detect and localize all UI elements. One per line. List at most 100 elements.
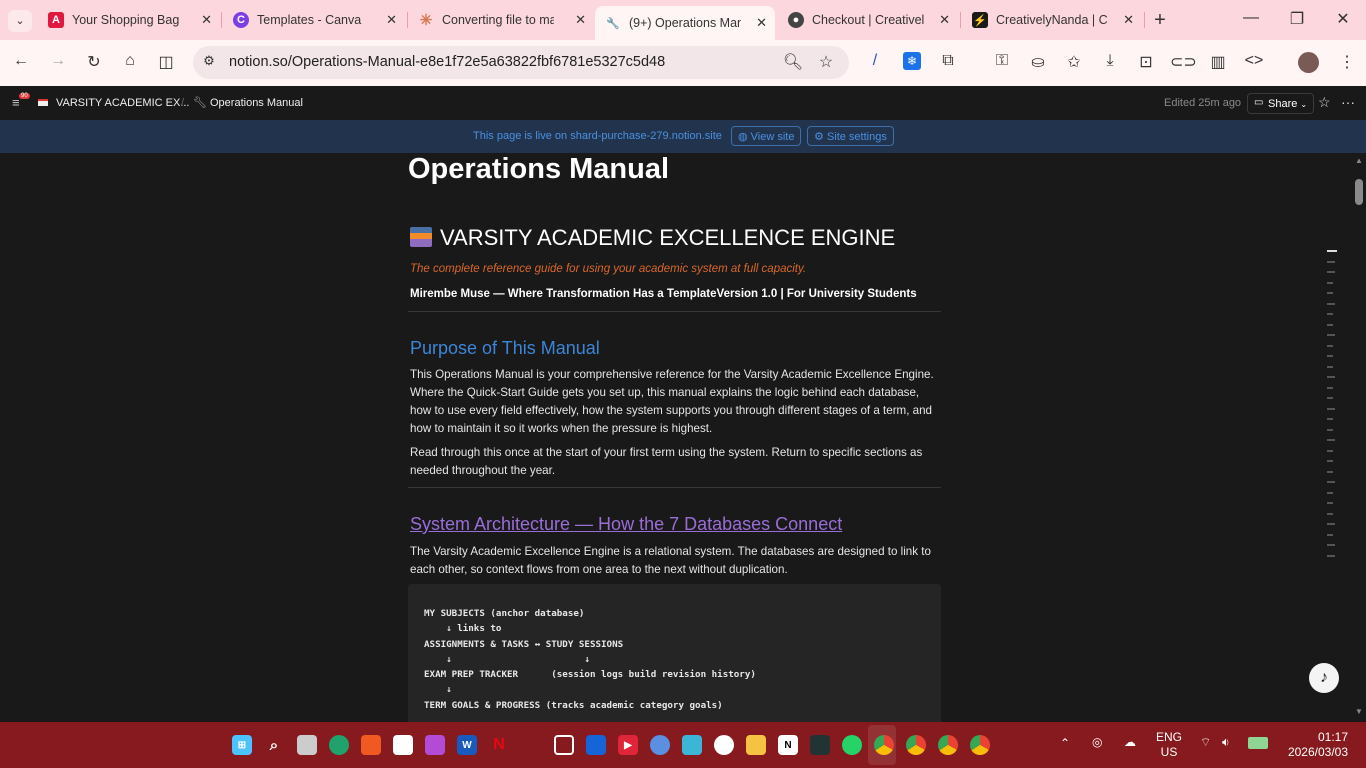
- app-icon[interactable]: [810, 735, 830, 755]
- brave-icon[interactable]: [361, 735, 381, 755]
- wifi-icon[interactable]: ⌔: [1200, 735, 1211, 750]
- word-icon[interactable]: W: [457, 735, 477, 755]
- restore-button[interactable]: ❐: [1285, 9, 1309, 29]
- tab-bar: ⌄ AYour Shopping Bag✕ CTemplates - Canva…: [0, 0, 1366, 40]
- reload-icon[interactable]: ↻: [82, 52, 106, 72]
- table-of-contents-minimap[interactable]: [1327, 250, 1337, 565]
- tab-title: Templates - Canva: [257, 13, 387, 27]
- task-view-icon[interactable]: [297, 735, 317, 755]
- notion-ai-button[interactable]: ♪: [1309, 663, 1339, 693]
- onedrive-icon[interactable]: ☁: [1124, 735, 1136, 749]
- tab-favicon-icon: ✳: [418, 12, 434, 28]
- slack-icon[interactable]: [714, 735, 734, 755]
- screenshot-icon[interactable]: ⊡: [1134, 52, 1158, 72]
- books-icon: [410, 227, 432, 247]
- more-options-icon[interactable]: ···: [1341, 94, 1355, 110]
- breadcrumb-current[interactable]: Operations Manual: [210, 97, 303, 109]
- youtube-icon[interactable]: ▶: [618, 735, 638, 755]
- close-icon[interactable]: ✕: [386, 12, 397, 28]
- app-icon[interactable]: [586, 735, 606, 755]
- chrome-icon[interactable]: [906, 735, 926, 755]
- devtools-icon[interactable]: <>: [1242, 52, 1266, 70]
- favorite-star-icon[interactable]: ☆: [1318, 94, 1331, 111]
- battery-icon[interactable]: [1248, 737, 1268, 749]
- reading-mode-icon[interactable]: ▥: [1206, 52, 1230, 72]
- menu-icon[interactable]: ⋮: [1335, 52, 1359, 72]
- back-icon[interactable]: ←: [9, 52, 33, 70]
- app-icon[interactable]: [554, 735, 574, 755]
- download-icon[interactable]: ⤓: [1098, 52, 1122, 70]
- notion-header: ≡ 90 VARSITY ACADEMIC EX... / 🔧︎ Operati…: [0, 86, 1366, 120]
- netflix-icon[interactable]: N: [489, 735, 509, 755]
- incognito-icon[interactable]: ⛀: [1026, 52, 1050, 72]
- tab-creativelynanda[interactable]: ⚡CreativelyNanda | Creator✕: [962, 6, 1142, 34]
- link-icon[interactable]: ⊂⊃: [1170, 52, 1194, 72]
- pen-extension-icon[interactable]: /: [863, 52, 887, 70]
- store-icon[interactable]: [393, 735, 413, 755]
- breadcrumb-separator: /: [181, 97, 184, 109]
- tab-favicon-icon: A: [48, 12, 64, 28]
- main-heading: VARSITY ACADEMIC EXCELLENCE ENGINE: [410, 225, 895, 251]
- heading-text: VARSITY ACADEMIC EXCELLENCE ENGINE: [440, 225, 895, 250]
- show-hidden-icons[interactable]: ⌃: [1060, 736, 1070, 750]
- start-icon[interactable]: ⊞: [232, 735, 252, 755]
- profile-avatar[interactable]: [1298, 52, 1319, 73]
- tab-canva[interactable]: CTemplates - Canva✕: [223, 6, 405, 34]
- extensions-puzzle-icon[interactable]: ⧉: [936, 52, 960, 70]
- bookmark-star-icon[interactable]: ☆: [814, 52, 838, 72]
- chrome-icon[interactable]: [874, 735, 894, 755]
- scrollbar[interactable]: ▲ ▼: [1352, 153, 1366, 722]
- close-icon[interactable]: ✕: [939, 12, 950, 28]
- forward-icon[interactable]: →: [46, 52, 70, 70]
- key-icon[interactable]: ⚿: [990, 52, 1014, 70]
- view-site-button[interactable]: ◍ View site: [731, 126, 801, 146]
- zoom-icon[interactable]: 🔍︎: [781, 52, 805, 72]
- share-button[interactable]: ▭Share ⌄: [1247, 93, 1314, 114]
- search-icon[interactable]: ⌕: [264, 735, 284, 755]
- site-settings-button[interactable]: ⚙ Site settings: [807, 126, 894, 146]
- app-icon[interactable]: [682, 735, 702, 755]
- split-view-icon[interactable]: ◫: [154, 52, 178, 72]
- sync-icon[interactable]: ◎: [1092, 735, 1102, 749]
- breadcrumb-parent[interactable]: VARSITY ACADEMIC EX...: [56, 97, 189, 109]
- close-window-button[interactable]: ✕: [1331, 9, 1355, 29]
- home-icon[interactable]: ⌂: [118, 52, 142, 70]
- paragraph: The Varsity Academic Excellence Engine i…: [410, 543, 941, 579]
- language-indicator[interactable]: ENGUS: [1156, 730, 1182, 760]
- favorites-icon[interactable]: ✩: [1062, 52, 1086, 72]
- code-block[interactable]: MY SUBJECTS (anchor database) ↓ links to…: [408, 584, 941, 734]
- app-icon[interactable]: [650, 735, 670, 755]
- edge-icon[interactable]: [329, 735, 349, 755]
- tab-checkout[interactable]: ●Checkout | CreativelyNanda✕: [778, 6, 958, 34]
- tab-search-button[interactable]: ⌄: [8, 10, 32, 32]
- minimize-button[interactable]: —: [1239, 9, 1263, 27]
- scrollbar-thumb[interactable]: [1355, 179, 1363, 205]
- page-title[interactable]: Operations Manual: [408, 153, 669, 186]
- edited-timestamp: Edited 25m ago: [1164, 97, 1241, 109]
- clock[interactable]: 01:172026/03/03: [1282, 730, 1348, 760]
- address-bar[interactable]: ⚙ notion.so/Operations-Manual-e8e1f72e5a…: [193, 46, 849, 79]
- tab-converting[interactable]: ✳Converting file to markdown✕: [408, 6, 594, 34]
- volume-icon[interactable]: 🔉︎: [1222, 735, 1230, 750]
- copilot-icon[interactable]: [425, 735, 445, 755]
- tab-shopping-bag[interactable]: A Your Shopping Bag✕: [38, 6, 220, 34]
- chrome-icon[interactable]: [970, 735, 990, 755]
- site-settings-icon[interactable]: ⚙: [197, 53, 221, 69]
- extension-icon[interactable]: ❄: [903, 52, 921, 70]
- close-icon[interactable]: ✕: [1123, 12, 1134, 28]
- file-explorer-icon[interactable]: [746, 735, 766, 755]
- tab-operations-manual[interactable]: 🔧(9+) Operations Manual✕: [595, 6, 775, 40]
- notion-icon[interactable]: N: [778, 735, 798, 755]
- url-text[interactable]: notion.so/Operations-Manual-e8e1f72e5a63…: [229, 54, 665, 70]
- chrome-icon[interactable]: [938, 735, 958, 755]
- close-icon[interactable]: ✕: [575, 12, 586, 28]
- whatsapp-icon[interactable]: [842, 735, 862, 755]
- view-site-label: View site: [751, 131, 795, 143]
- tab-title: Your Shopping Bag: [72, 13, 202, 27]
- close-icon[interactable]: ✕: [756, 15, 767, 31]
- section-heading-architecture[interactable]: System Architecture — How the 7 Database…: [410, 514, 842, 535]
- close-icon[interactable]: ✕: [201, 12, 212, 28]
- new-tab-button[interactable]: +: [1148, 9, 1172, 32]
- tab-title: (9+) Operations Manual: [629, 16, 741, 30]
- site-settings-label: Site settings: [827, 131, 887, 143]
